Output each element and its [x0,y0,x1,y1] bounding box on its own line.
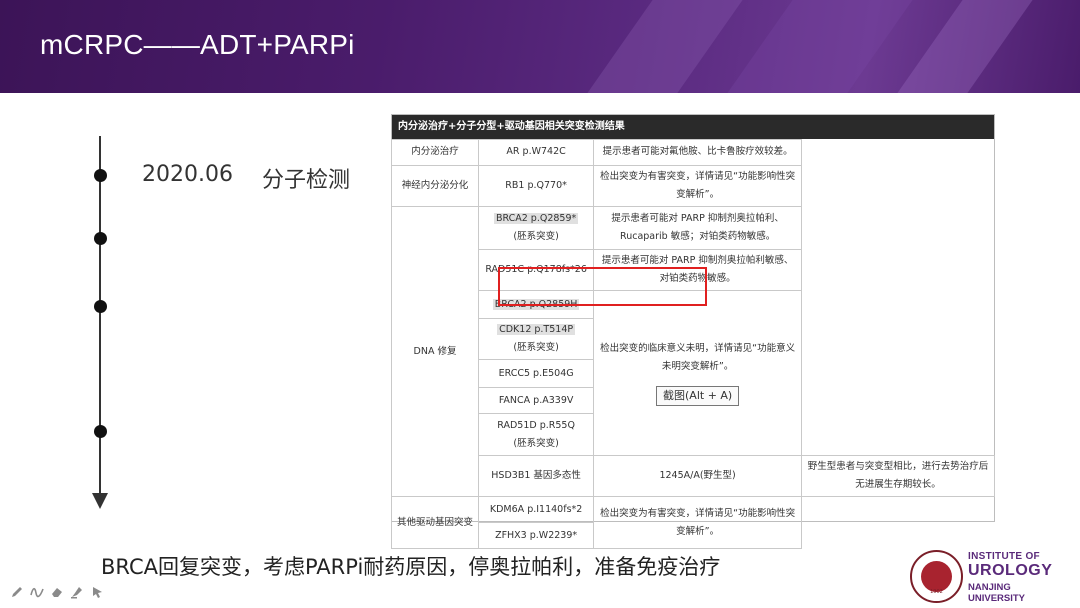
slide-title: mCRPC——ADT+PARPi [40,29,355,60]
eraser-icon[interactable] [50,585,64,599]
note-cell: 野生型患者与突变型相比，进行去势治疗后无进展生存期较长。 [801,455,995,498]
category-cell: 内分泌治疗 [390,139,480,166]
category-cell: DNA 修复 [390,206,480,498]
category-cell: 神经内分泌分化 [390,164,480,208]
timeline-arrow-icon [92,493,108,509]
gene-cell: BRCA2 p.Q2859* (胚系突变) [478,206,595,251]
conclusion-text: BRCA回复突变，考虑PARPi耐药原因，停奥拉帕利，准备免疫治疗 [101,555,721,579]
gene-cell: RB1 p.Q770* [478,164,595,208]
institute-logo: 1902 INSTITUTE OF UROLOGY NANJING UNIVER… [910,550,1060,605]
timeline-dot [94,425,107,438]
gene-cell: AR p.W742C [478,139,595,166]
slide-header: mCRPC——ADT+PARPi [0,0,1080,93]
note-text: 检出突变的临床意义未明，详情请见“功能意义未明突变解析”。 [600,343,796,373]
germline-tag: (胚系突变) [513,342,559,354]
annotation-toolbar [10,585,104,599]
logo-line-4: UNIVERSITY [968,593,1026,604]
note-cell: 提示患者可能对 PARP 抑制剂奥拉帕利、Rucaparib 敏感；对铂类药物敏… [593,206,803,251]
table-row: HSD3B1 基因多态性 1245A/A(野生型) 野生型患者与突变型相比，进行… [392,455,995,498]
germline-tag: (胚系突变) [513,231,559,243]
gene-label: BRCA2 p.Q2859* [493,213,579,225]
header-decor-stripe [897,0,1033,93]
pen-icon[interactable] [10,585,24,599]
timeline-event: 分子检测 [262,168,351,193]
timeline-dot [94,300,107,313]
note-cell: 检出突变为有害突变，详情请见“功能影响性突变解析”。 [593,164,803,208]
report-heading: 内分泌治疗+分子分型+驱动基因相关突变检测结果 [392,115,994,139]
table-row: DNA 修复 BRCA2 p.Q2859* (胚系突变) 提示患者可能对 PAR… [390,206,995,498]
timeline-dot [94,169,107,182]
screenshot-button[interactable]: 截图(Alt + A) [656,386,740,407]
seal-year: 1902 [930,589,943,595]
timeline-dot [94,232,107,245]
gene-cell: RAD51D p.R55Q (胚系突变) [478,413,595,457]
highlighter-icon[interactable] [70,585,84,599]
pointer-icon[interactable] [90,585,104,599]
logo-line-2: UROLOGY [968,562,1053,579]
mutation-report-table: 内分泌治疗+分子分型+驱动基因相关突变检测结果 内分泌治疗 AR p.W742C… [390,114,995,550]
gene-label: RAD51D p.R55Q [497,419,575,431]
germline-tag: (胚系突变) [513,437,559,449]
table-row: 其他驱动基因突变 KDM6A p.I1140fs*2 检出突变为有害突变，详情请… [390,496,995,550]
gene-cell: 1245A/A(野生型) [593,455,803,498]
highlight-box [498,267,707,306]
header-decor-stripe [727,0,913,93]
note-cell: 提示患者可能对氟他胺、比卡鲁胺疗效较差。 [593,139,803,166]
gene-label: CDK12 p.T514P [497,324,576,336]
gene-cell: KDM6A p.I1140fs*2 [478,496,595,524]
logo-line-1: INSTITUTE OF [968,551,1040,562]
table-row: 神经内分泌分化 RB1 p.Q770* 检出突变为有害突变，详情请见“功能影响性… [390,164,995,208]
gene-cell: ZFHX3 p.W2239* [478,522,595,550]
university-seal-icon: 1902 [910,550,963,603]
note-cell: 检出突变的临床意义未明，详情请见“功能意义未明突变解析”。 截图(Alt + A… [593,290,803,457]
category-cell: 其他驱动基因突变 [390,496,480,550]
note-cell: 检出突变为有害突变，详情请见“功能影响性突变解析”。 [593,496,803,550]
draw-icon[interactable] [30,585,44,599]
timeline-date: 2020.06 [142,162,233,187]
gene-cell: FANCA p.A339V [478,387,595,415]
timeline-axis [99,136,101,496]
seal-emblem [921,561,952,592]
gene-cell: CDK12 p.T514P (胚系突变) [478,318,595,361]
category-cell: HSD3B1 基因多态性 [478,455,595,498]
report-grid: 内分泌治疗 AR p.W742C 提示患者可能对氟他胺、比卡鲁胺疗效较差。 神经… [390,139,995,550]
logo-line-3: NANJING [968,582,1011,593]
gene-cell: ERCC5 p.E504G [478,359,595,389]
table-row: 内分泌治疗 AR p.W742C 提示患者可能对氟他胺、比卡鲁胺疗效较差。 [390,139,995,166]
header-decor-stripe [587,0,743,93]
